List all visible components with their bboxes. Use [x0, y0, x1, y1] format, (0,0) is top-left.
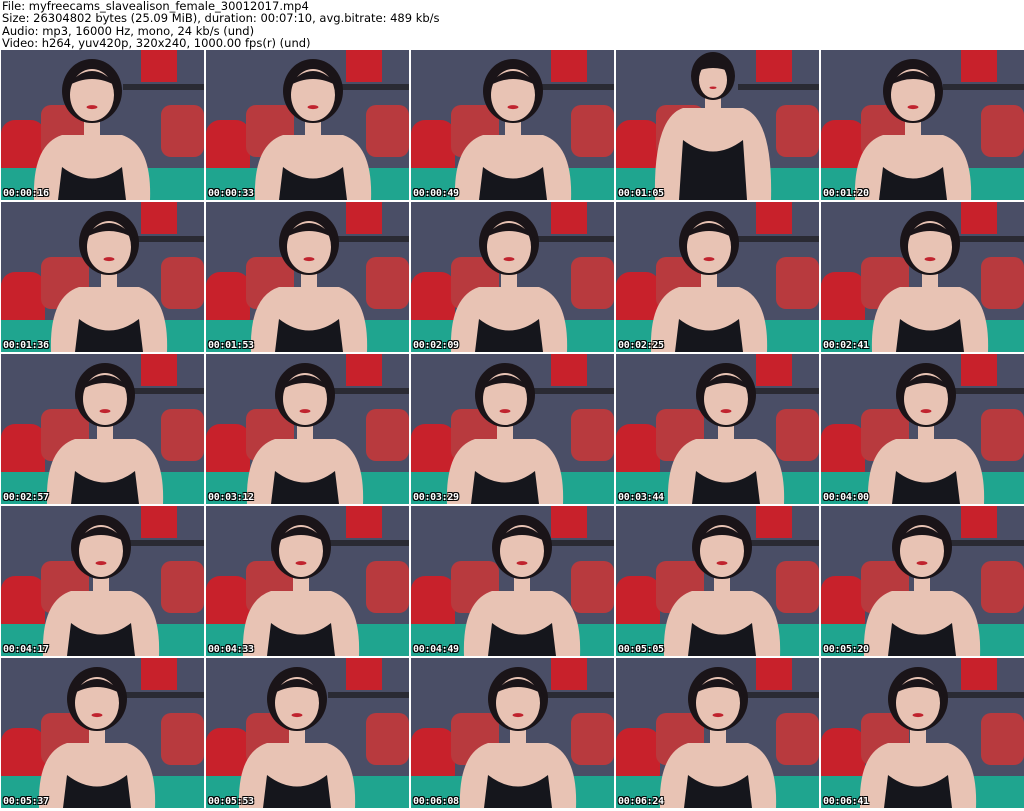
thumbnail-frame-image	[616, 202, 819, 352]
thumbnail-frame-image	[1, 50, 204, 200]
video-thumbnail: 00:04:00	[821, 354, 1024, 504]
video-thumbnail: 00:02:41	[821, 202, 1024, 352]
video-thumbnail: 00:03:29	[411, 354, 614, 504]
thumbnail-frame-image	[1, 202, 204, 352]
thumbnail-grid: 00:00:16 00:00:33 00:00:49 00:01:05 00:01:20…	[0, 50, 1024, 811]
thumbnail-frame-image	[821, 354, 1024, 504]
thumbnail-frame-image	[616, 354, 819, 504]
video-thumbnail: 00:01:20	[821, 50, 1024, 200]
video-thumbnail: 00:04:33	[206, 506, 409, 656]
file-info-header: File: myfreecams_slavealison_female_3001…	[0, 0, 1024, 50]
video-thumbnail: 00:01:05	[616, 50, 819, 200]
video-thumbnail: 00:01:36	[1, 202, 204, 352]
thumbnail-timestamp: 00:03:29	[413, 492, 459, 503]
video-thumbnail: 00:00:49	[411, 50, 614, 200]
thumbnail-frame-image	[821, 506, 1024, 656]
thumbnail-timestamp: 00:04:33	[208, 644, 254, 655]
thumbnail-timestamp: 00:06:24	[618, 796, 664, 807]
thumbnail-timestamp: 00:00:16	[3, 188, 49, 199]
thumbnail-frame-image	[206, 658, 409, 808]
thumbnail-timestamp: 00:02:25	[618, 340, 664, 351]
thumbnail-timestamp: 00:01:53	[208, 340, 254, 351]
thumbnail-timestamp: 00:05:37	[3, 796, 49, 807]
thumbnail-timestamp: 00:02:41	[823, 340, 869, 351]
video-info-line: Video: h264, yuv420p, 320x240, 1000.00 f…	[2, 36, 311, 51]
thumbnail-timestamp: 00:00:33	[208, 188, 254, 199]
thumbnail-timestamp: 00:01:36	[3, 340, 49, 351]
thumbnail-timestamp: 00:05:20	[823, 644, 869, 655]
thumbnail-frame-image	[1, 658, 204, 808]
thumbnail-frame-image	[616, 658, 819, 808]
thumbnail-frame-image	[411, 506, 614, 656]
video-thumbnail: 00:06:24	[616, 658, 819, 808]
thumbnail-timestamp: 00:02:57	[3, 492, 49, 503]
video-thumbnail: 00:04:49	[411, 506, 614, 656]
thumbnail-timestamp: 00:03:44	[618, 492, 664, 503]
video-thumbnail: 00:00:33	[206, 50, 409, 200]
thumbnail-timestamp: 00:05:05	[618, 644, 664, 655]
thumbnail-frame-image	[411, 354, 614, 504]
video-thumbnail: 00:00:16	[1, 50, 204, 200]
video-thumbnail: 00:06:08	[411, 658, 614, 808]
thumbnail-frame-image	[206, 506, 409, 656]
file-size-line: Size: 26304802 bytes (25.09 MiB), durati…	[2, 11, 440, 26]
thumbnail-frame-image	[411, 202, 614, 352]
thumbnail-frame-image	[616, 50, 819, 200]
video-thumbnail: 00:01:53	[206, 202, 409, 352]
thumbnail-frame-image	[821, 658, 1024, 808]
thumbnail-frame-image	[1, 506, 204, 656]
thumbnail-frame-image	[206, 202, 409, 352]
thumbnail-timestamp: 00:01:05	[618, 188, 664, 199]
video-thumbnail: 00:02:57	[1, 354, 204, 504]
video-thumbnail: 00:05:53	[206, 658, 409, 808]
video-thumbnail: 00:03:44	[616, 354, 819, 504]
thumbnail-timestamp: 00:04:00	[823, 492, 869, 503]
thumbnail-frame-image	[206, 354, 409, 504]
video-thumbnail: 00:02:09	[411, 202, 614, 352]
thumbnail-frame-image	[821, 50, 1024, 200]
thumbnail-timestamp: 00:05:53	[208, 796, 254, 807]
video-thumbnail: 00:05:37	[1, 658, 204, 808]
video-thumbnail: 00:02:25	[616, 202, 819, 352]
video-thumbnail: 00:04:17	[1, 506, 204, 656]
thumbnail-timestamp: 00:03:12	[208, 492, 254, 503]
thumbnail-frame-image	[1, 354, 204, 504]
video-thumbnail: 00:05:20	[821, 506, 1024, 656]
thumbnail-timestamp: 00:06:08	[413, 796, 459, 807]
video-thumbnail: 00:05:05	[616, 506, 819, 656]
thumbnail-timestamp: 00:06:41	[823, 796, 869, 807]
thumbnail-timestamp: 00:04:49	[413, 644, 459, 655]
thumbnail-timestamp: 00:01:20	[823, 188, 869, 199]
thumbnail-timestamp: 00:04:17	[3, 644, 49, 655]
thumbnail-frame-image	[206, 50, 409, 200]
thumbnail-frame-image	[616, 506, 819, 656]
thumbnail-frame-image	[411, 50, 614, 200]
thumbnail-timestamp: 00:02:09	[413, 340, 459, 351]
thumbnail-timestamp: 00:00:49	[413, 188, 459, 199]
video-thumbnail: 00:06:41	[821, 658, 1024, 808]
thumbnail-frame-image	[411, 658, 614, 808]
video-thumbnail: 00:03:12	[206, 354, 409, 504]
thumbnail-frame-image	[821, 202, 1024, 352]
